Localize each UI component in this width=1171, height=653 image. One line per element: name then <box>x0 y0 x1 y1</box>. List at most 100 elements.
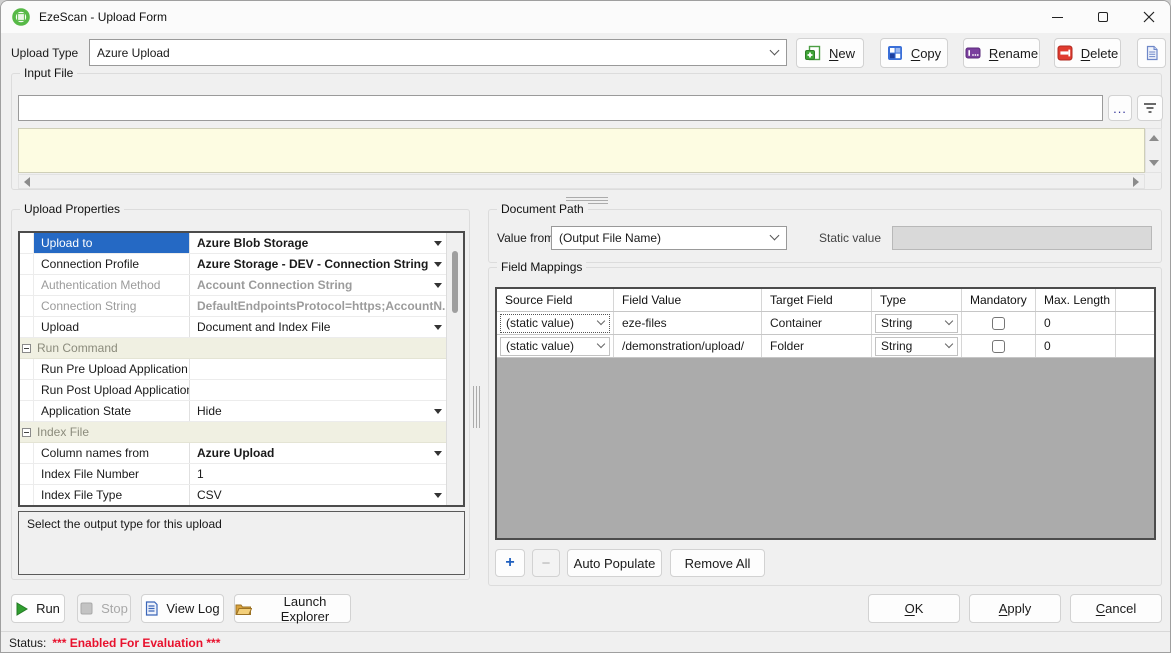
property-value-text: CSV <box>197 485 428 505</box>
delete-button[interactable]: Delete <box>1054 38 1121 68</box>
source-field-combobox[interactable]: (static value) <box>500 314 610 333</box>
property-value[interactable]: DefaultEndpointsProtocol=https;AccountN.… <box>190 296 446 316</box>
type-cell: String <box>872 335 962 357</box>
field-mappings-label: Field Mappings <box>497 260 586 274</box>
ok-button[interactable]: OK <box>868 594 960 623</box>
mandatory-checkbox[interactable] <box>992 340 1005 353</box>
copy-button[interactable]: Copy <box>880 38 948 68</box>
mapping-row-1[interactable]: (static value)eze-filesContainer String 0 <box>497 312 1154 335</box>
status-message: *** Enabled For Evaluation *** <box>52 636 220 650</box>
type-combobox[interactable]: String <box>875 314 958 333</box>
mapping-row-2[interactable]: (static value)/demonstration/upload/Fold… <box>497 335 1154 358</box>
property-value[interactable]: Azure Blob Storage <box>190 233 446 253</box>
field-mappings-table[interactable]: Source FieldField ValueTarget FieldTypeM… <box>495 287 1156 540</box>
scrollbar-thumb[interactable] <box>452 251 458 313</box>
input-file-field[interactable] <box>18 95 1103 121</box>
remove-mapping-button[interactable]: − <box>532 549 560 577</box>
notes-button[interactable] <box>1137 38 1166 68</box>
property-row-index-file-type[interactable]: Index File TypeCSV <box>20 485 446 506</box>
collapse-icon[interactable] <box>22 428 31 437</box>
property-row-connection-profile[interactable]: Connection ProfileAzure Storage - DEV - … <box>20 254 446 275</box>
minimize-button[interactable] <box>1034 1 1080 33</box>
property-value[interactable]: 1 <box>190 464 446 484</box>
dropdown-arrow-icon[interactable] <box>434 283 442 288</box>
cancel-button[interactable]: Cancel <box>1070 594 1162 623</box>
stop-icon <box>80 602 93 615</box>
mandatory-checkbox[interactable] <box>992 317 1005 330</box>
value-from-combobox[interactable]: (Output File Name) <box>551 226 787 250</box>
property-row-application-state[interactable]: Application StateHide <box>20 401 446 422</box>
file-list[interactable] <box>18 128 1145 173</box>
dropdown-arrow-icon[interactable] <box>434 451 442 456</box>
property-value[interactable] <box>190 359 446 379</box>
property-row-authentication-method[interactable]: Authentication MethodAccount Connection … <box>20 275 446 296</box>
maximize-button[interactable] <box>1080 1 1126 33</box>
dropdown-arrow-icon[interactable] <box>434 241 442 246</box>
dropdown-arrow-icon[interactable] <box>434 262 442 267</box>
property-value[interactable]: CSV <box>190 485 446 505</box>
scroll-down-icon[interactable] <box>1149 160 1159 166</box>
property-row-column-names-from[interactable]: Column names fromAzure Upload <box>20 443 446 464</box>
property-name: Upload <box>34 317 190 337</box>
target-field-cell[interactable]: Container <box>762 312 872 334</box>
vertical-splitter[interactable] <box>473 386 482 428</box>
property-grid-rows: Upload toAzure Blob StorageConnection Pr… <box>20 233 446 505</box>
max-length-cell[interactable]: 0 <box>1036 335 1116 357</box>
property-grid-scrollbar[interactable] <box>446 233 463 505</box>
stop-button[interactable]: Stop <box>77 594 131 623</box>
add-mapping-button[interactable]: + <box>495 549 525 577</box>
property-value[interactable] <box>190 380 446 400</box>
property-value[interactable]: Azure Storage - DEV - Connection String <box>190 254 446 274</box>
source-field-cell: (static value) <box>497 335 614 357</box>
run-button[interactable]: Run <box>11 594 65 623</box>
scroll-left-icon[interactable] <box>24 177 30 187</box>
type-combobox[interactable]: String <box>875 337 958 356</box>
property-value[interactable]: Azure Upload <box>190 443 446 463</box>
view-log-button[interactable]: View Log <box>141 594 224 623</box>
apply-button[interactable]: Apply <box>969 594 1061 623</box>
status-bar: Status: *** Enabled For Evaluation *** <box>1 631 1170 653</box>
new-button[interactable]: New <box>796 38 864 68</box>
dropdown-arrow-icon[interactable] <box>434 325 442 330</box>
dropdown-arrow-icon[interactable] <box>434 409 442 414</box>
scroll-right-icon[interactable] <box>1133 177 1139 187</box>
file-list-vertical-scrollbar[interactable] <box>1145 128 1162 173</box>
delete-button-label: Delete <box>1081 46 1119 61</box>
property-row-connection-string[interactable]: Connection StringDefaultEndpointsProtoco… <box>20 296 446 317</box>
collapse-icon[interactable] <box>22 344 31 353</box>
property-name: Connection Profile <box>34 254 190 274</box>
titlebar[interactable]: EzeScan - Upload Form <box>1 1 1170 33</box>
property-row-run-pre-upload-application[interactable]: Run Pre Upload Application <box>20 359 446 380</box>
filter-button[interactable] <box>1137 95 1163 121</box>
property-grid[interactable]: Upload toAzure Blob StorageConnection Pr… <box>18 231 465 507</box>
column-header-mandatory: Mandatory <box>962 289 1036 311</box>
property-row-run-post-upload-application[interactable]: Run Post Upload Application <box>20 380 446 401</box>
source-field-combobox[interactable]: (static value) <box>500 337 610 356</box>
remove-all-button[interactable]: Remove All <box>670 549 765 577</box>
copy-button-label: Copy <box>911 46 941 61</box>
auto-populate-button[interactable]: Auto Populate <box>567 549 662 577</box>
field-value-cell[interactable]: eze-files <box>614 312 762 334</box>
property-value[interactable]: Document and Index File <box>190 317 446 337</box>
field-value-cell[interactable]: /demonstration/upload/ <box>614 335 762 357</box>
property-category-index-file[interactable]: Index File <box>20 422 446 443</box>
dropdown-arrow-icon[interactable] <box>434 493 442 498</box>
file-list-horizontal-scrollbar[interactable] <box>18 174 1145 189</box>
property-row-index-file-number[interactable]: Index File Number1 <box>20 464 446 485</box>
type-value: String <box>881 316 912 330</box>
browse-button[interactable]: ... <box>1108 95 1132 121</box>
property-row-upload-to[interactable]: Upload toAzure Blob Storage <box>20 233 446 254</box>
property-row-upload[interactable]: UploadDocument and Index File <box>20 317 446 338</box>
property-category-run-command[interactable]: Run Command <box>20 338 446 359</box>
launch-explorer-button[interactable]: Launch Explorer <box>234 594 351 623</box>
property-value[interactable]: Account Connection String <box>190 275 446 295</box>
max-length-cell[interactable]: 0 <box>1036 312 1116 334</box>
scroll-up-icon[interactable] <box>1149 135 1159 141</box>
document-path-label: Document Path <box>497 202 588 216</box>
upload-type-combobox[interactable]: Azure Upload <box>89 39 787 66</box>
property-value[interactable]: Hide <box>190 401 446 421</box>
close-button[interactable] <box>1126 1 1171 33</box>
rename-button[interactable]: Rename <box>963 38 1040 68</box>
target-field-cell[interactable]: Folder <box>762 335 872 357</box>
column-header-blank <box>1116 289 1154 311</box>
